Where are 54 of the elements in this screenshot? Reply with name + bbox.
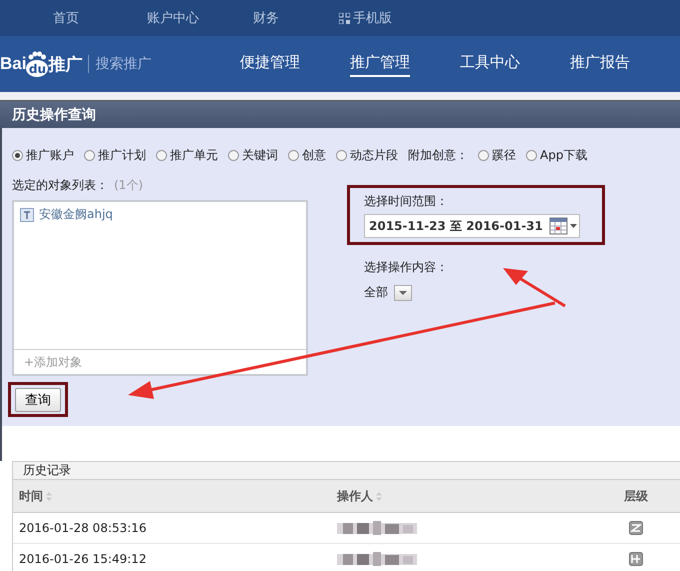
radio-button[interactable] [288,150,299,160]
field-label: 选择时间范围： [364,193,448,210]
column-header[interactable]: 层级 [624,488,648,504]
radio-label[interactable]: App下载 [540,146,588,164]
nav-tab[interactable]: 便捷管理 [240,48,350,80]
sort-icon[interactable] [45,490,53,502]
list-item[interactable]: 安徽金阙ahjq [39,206,113,223]
column-header[interactable]: 操作人 [337,488,383,504]
query-button[interactable]: 查询 [15,388,61,412]
nav-tab[interactable]: 推广管理 [350,48,460,80]
top-nav-link[interactable]: 首页 [53,9,79,27]
top-nav-link[interactable]: 财务 [253,9,279,27]
logo-text: 推广 [48,54,82,76]
logo-subtitle: 搜索推广 [95,55,152,73]
radio-button[interactable] [156,150,167,160]
logo-text: Bai [0,54,26,74]
radio-label[interactable]: 蹊径 [492,146,516,164]
radio-button[interactable] [12,150,23,160]
nav-tab[interactable]: 推广报告 [570,48,680,80]
radio-label[interactable]: 推广计划 [98,146,146,164]
table-cell: 2016-01-28 08:53:16 [19,521,146,535]
radio-button[interactable] [228,150,239,160]
radio-label[interactable]: 创意 [302,146,326,164]
qr-code-icon [339,12,350,24]
logo-badge: du [26,60,48,77]
dropdown-value: 全部 [364,284,388,301]
column-header[interactable]: 时间 [19,488,53,504]
top-nav-link[interactable]: 账户中心 [147,9,199,27]
sort-icon[interactable] [375,490,383,502]
item-count: (1个) [114,177,143,194]
top-nav-link[interactable]: 手机版 [339,9,392,27]
date-range-field[interactable]: 2015-11-23 至 2016-01-31 [364,214,580,238]
panel-title: 历史操作查询 [12,106,96,124]
level-icon [629,521,643,535]
radio-button[interactable] [478,150,489,160]
caret-icon [398,290,408,296]
text-icon [20,208,34,222]
radio-label[interactable]: 推广单元 [170,146,218,164]
radio-label[interactable]: 关键词 [242,146,278,164]
nav-tab[interactable]: 工具中心 [460,48,570,80]
radio-button[interactable] [84,150,95,160]
dropdown-button[interactable] [394,284,412,300]
paw-icon [27,51,48,60]
group-label: 附加创意： [408,146,468,164]
list-label: 选定的对象列表： [12,177,108,194]
radio-label[interactable]: 推广账户 [26,146,74,164]
radio-button[interactable] [526,150,537,160]
section-title: 历史记录 [23,462,71,479]
field-label: 选择操作内容： [364,259,448,276]
table-cell: 2016-01-26 15:49:12 [19,552,146,566]
level-icon [629,552,643,566]
radio-button[interactable] [336,150,347,160]
calendar-icon[interactable] [549,216,579,236]
radio-label[interactable]: 动态片段 [350,146,398,164]
